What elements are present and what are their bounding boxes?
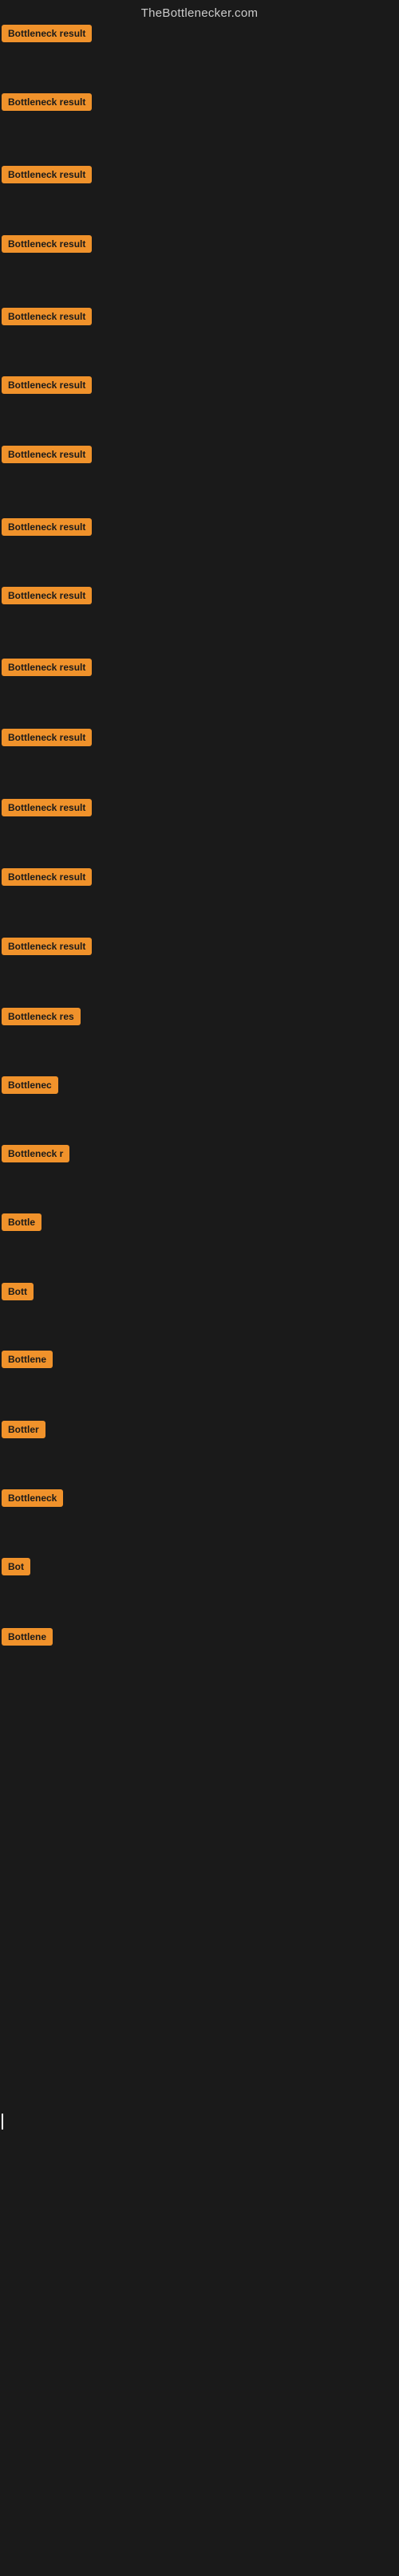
bottleneck-badge: Bottleneck result (2, 166, 92, 183)
bottleneck-item-7: Bottleneck result (2, 446, 92, 467)
bottleneck-badge: Bottleneck result (2, 587, 92, 604)
bottleneck-item-18: Bottle (2, 1213, 41, 1235)
bottleneck-badge: Bottlene (2, 1351, 53, 1368)
bottleneck-badge: Bottleneck result (2, 729, 92, 746)
bottleneck-item-20: Bottlene (2, 1351, 53, 1372)
bottleneck-badge: Bottleneck (2, 1489, 63, 1507)
bottleneck-item-15: Bottleneck res (2, 1008, 81, 1029)
bottleneck-item-19: Bott (2, 1283, 34, 1304)
bottleneck-badge: Bottleneck result (2, 235, 92, 253)
bottleneck-item-3: Bottleneck result (2, 166, 92, 187)
bottleneck-item-11: Bottleneck result (2, 729, 92, 750)
bottleneck-item-17: Bottleneck r (2, 1145, 69, 1166)
bottleneck-item-10: Bottleneck result (2, 659, 92, 680)
bottleneck-item-6: Bottleneck result (2, 376, 92, 398)
bottleneck-badge: Bottleneck result (2, 376, 92, 394)
site-title: TheBottlenecker.com (0, 0, 399, 25)
bottleneck-badge: Bottle (2, 1213, 41, 1231)
bottleneck-badge: Bottleneck r (2, 1145, 69, 1162)
bottleneck-badge: Bottleneck result (2, 799, 92, 816)
bottleneck-badge: Bottler (2, 1421, 45, 1438)
bottleneck-item-12: Bottleneck result (2, 799, 92, 820)
bottleneck-item-14: Bottleneck result (2, 938, 92, 959)
bottleneck-item-21: Bottler (2, 1421, 45, 1442)
bottleneck-badge: Bottleneck res (2, 1008, 81, 1025)
bottleneck-item-1: Bottleneck result (2, 25, 92, 46)
bottleneck-item-9: Bottleneck result (2, 587, 92, 608)
bottleneck-badge: Bottleneck result (2, 308, 92, 325)
bottleneck-item-23: Bot (2, 1558, 30, 1579)
bottleneck-badge: Bottleneck result (2, 659, 92, 676)
cursor-indicator (2, 2114, 3, 2130)
bottleneck-item-8: Bottleneck result (2, 518, 92, 540)
bottleneck-item-16: Bottlenec (2, 1076, 58, 1098)
bottleneck-badge: Bottleneck result (2, 518, 92, 536)
bottleneck-item-2: Bottleneck result (2, 93, 92, 115)
bottleneck-item-4: Bottleneck result (2, 235, 92, 257)
bottleneck-item-24: Bottlene (2, 1628, 53, 1650)
bottleneck-badge: Bot (2, 1558, 30, 1575)
bottleneck-badge: Bottleneck result (2, 446, 92, 463)
bottleneck-badge: Bottleneck result (2, 25, 92, 42)
bottleneck-item-13: Bottleneck result (2, 868, 92, 890)
bottleneck-badge: Bottleneck result (2, 938, 92, 955)
bottleneck-item-5: Bottleneck result (2, 308, 92, 329)
bottleneck-badge: Bottlene (2, 1628, 53, 1646)
bottleneck-badge: Bott (2, 1283, 34, 1300)
bottleneck-item-22: Bottleneck (2, 1489, 63, 1511)
bottleneck-badge: Bottlenec (2, 1076, 58, 1094)
bottleneck-badge: Bottleneck result (2, 93, 92, 111)
bottleneck-badge: Bottleneck result (2, 868, 92, 886)
